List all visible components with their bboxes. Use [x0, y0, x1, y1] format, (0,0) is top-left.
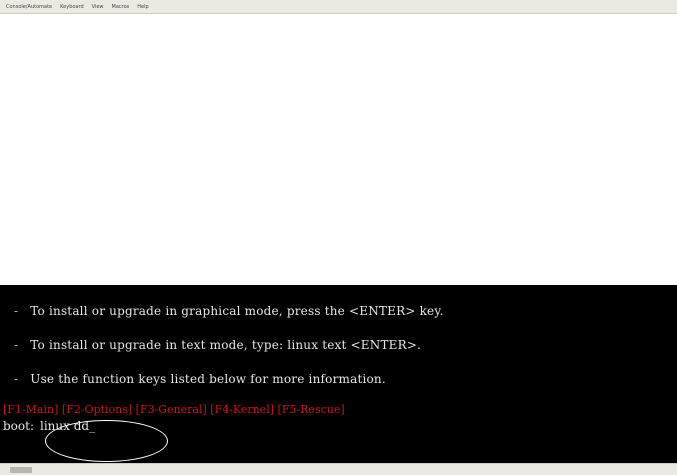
remote-console-window: Console/Automate Keyboard View Macros He…	[0, 0, 677, 475]
console-line-text-mode-text: To install or upgrade in text mode, type…	[30, 338, 422, 352]
menu-help[interactable]: Help	[137, 4, 148, 10]
menu-keyboard[interactable]: Keyboard	[60, 4, 84, 10]
console-line-function-keys: - Use the function keys listed below for …	[14, 372, 386, 386]
function-keys-legend: [F1-Main] [F2-Options] [F3-General] [F4-…	[3, 403, 345, 416]
menu-view[interactable]: View	[92, 4, 104, 10]
console-line-function-keys-text: Use the function keys listed below for m…	[30, 372, 386, 386]
scroll-thumb[interactable]	[10, 467, 32, 473]
bullet-glyph: -	[14, 304, 19, 318]
console-line-graphical-text: To install or upgrade in graphical mode,…	[30, 304, 444, 318]
boot-prompt-line[interactable]: boot: linux dd_	[3, 419, 95, 433]
console-line-text-mode: - To install or upgrade in text mode, typ…	[14, 338, 421, 352]
console-upper-area	[0, 15, 677, 285]
boot-console-screen[interactable]: - To install or upgrade in graphical mode…	[0, 285, 677, 463]
menu-macros[interactable]: Macros	[112, 4, 130, 10]
bullet-glyph: -	[14, 338, 19, 352]
boot-command-input[interactable]: linux dd_	[40, 419, 95, 433]
status-bar	[0, 463, 677, 475]
boot-prompt-label: boot:	[3, 419, 34, 433]
menu-console[interactable]: Console/Automate	[6, 4, 52, 10]
menu-bar: Console/Automate Keyboard View Macros He…	[0, 0, 677, 14]
console-line-graphical: - To install or upgrade in graphical mode…	[14, 304, 444, 318]
bullet-glyph: -	[14, 372, 19, 386]
